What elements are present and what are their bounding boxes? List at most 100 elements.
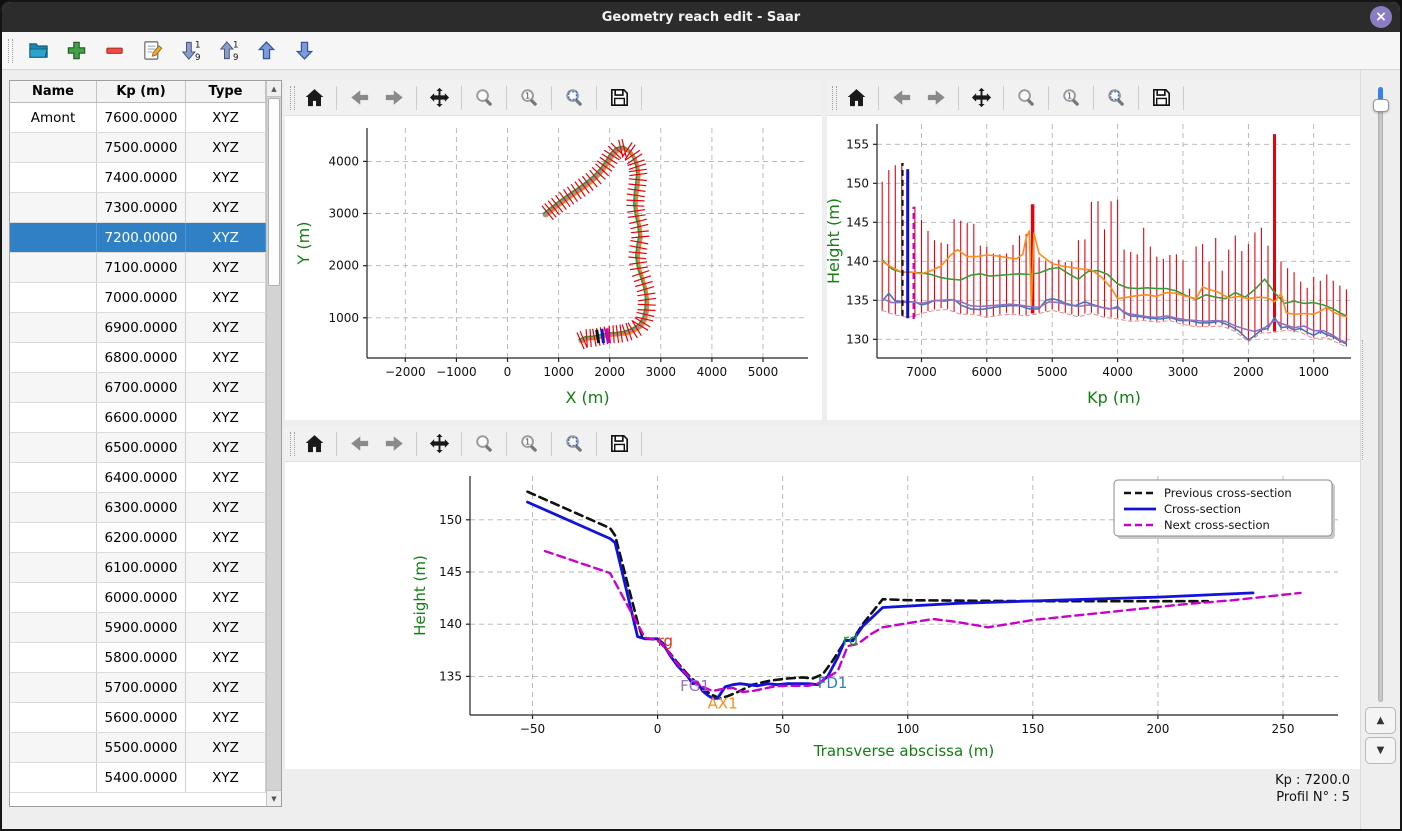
- toolbar-separator: [1183, 86, 1184, 110]
- svg-text:135: 135: [439, 669, 462, 683]
- table-row[interactable]: 7100.0000XYZ: [10, 253, 266, 283]
- open-file-button[interactable]: [25, 38, 51, 64]
- zoom-selection-button[interactable]: [558, 430, 590, 458]
- table-row[interactable]: 5500.0000XYZ: [10, 733, 266, 763]
- zoom-icon: [473, 432, 496, 455]
- pan-button[interactable]: [965, 84, 997, 112]
- toolbar-grip[interactable]: [832, 86, 837, 110]
- table-row[interactable]: 6300.0000XYZ: [10, 493, 266, 523]
- svg-text:X (m): X (m): [565, 388, 609, 407]
- table-row[interactable]: 7300.0000XYZ: [10, 193, 266, 223]
- table-row[interactable]: 5800.0000XYZ: [10, 643, 266, 673]
- table-row[interactable]: 6600.0000XYZ: [10, 403, 266, 433]
- cell-type: XYZ: [186, 493, 266, 522]
- zoom-button[interactable]: [468, 430, 500, 458]
- splitter-grip[interactable]: [1362, 340, 1366, 460]
- svg-text:0: 0: [654, 722, 662, 736]
- pan-button[interactable]: [423, 84, 455, 112]
- toolbar-separator: [336, 432, 337, 456]
- cell-type: XYZ: [186, 733, 266, 762]
- edit-icon: [141, 39, 164, 62]
- table-row[interactable]: 6000.0000XYZ: [10, 583, 266, 613]
- table-row[interactable]: 5700.0000XYZ: [10, 673, 266, 703]
- cell-name: [10, 133, 97, 162]
- svg-text:rd: rd: [843, 631, 858, 649]
- delete-profile-button[interactable]: [101, 38, 127, 64]
- cell-kp: 7100.0000: [97, 253, 186, 282]
- svg-text:50: 50: [775, 722, 790, 736]
- sort-descending-button[interactable]: 19: [177, 38, 203, 64]
- cell-type: XYZ: [186, 553, 266, 582]
- svg-text:5000: 5000: [748, 365, 779, 379]
- zoom-button[interactable]: [1010, 84, 1042, 112]
- move-profile-down-button[interactable]: [291, 38, 317, 64]
- move-profile-up-button[interactable]: [253, 38, 279, 64]
- folder-icon: [27, 39, 50, 62]
- profile-slider-handle[interactable]: [1373, 99, 1389, 112]
- back-button[interactable]: [885, 84, 917, 112]
- back-button[interactable]: [343, 430, 375, 458]
- scroll-up-icon[interactable]: ▲: [267, 81, 281, 97]
- column-header-name[interactable]: Name: [10, 81, 97, 102]
- cell-name: [10, 313, 97, 342]
- zoom-one-to-one-button[interactable]: 1: [1055, 84, 1087, 112]
- column-header-kp[interactable]: Kp (m): [97, 81, 186, 102]
- zoom-button[interactable]: [468, 84, 500, 112]
- home-button[interactable]: [840, 84, 872, 112]
- table-row[interactable]: 6100.0000XYZ: [10, 553, 266, 583]
- save-figure-button[interactable]: [1145, 84, 1177, 112]
- cell-name: [10, 583, 97, 612]
- save-figure-button[interactable]: [603, 430, 635, 458]
- cell-name: [10, 193, 97, 222]
- table-row[interactable]: 6800.0000XYZ: [10, 343, 266, 373]
- table-row[interactable]: 5600.0000XYZ: [10, 703, 266, 733]
- table-row[interactable]: 6400.0000XYZ: [10, 463, 266, 493]
- add-profile-button[interactable]: [63, 38, 89, 64]
- scrollbar-thumb[interactable]: [268, 98, 280, 286]
- table-row[interactable]: 5400.0000XYZ: [10, 763, 266, 793]
- title-bar[interactable]: Geometry reach edit - Saar ×: [2, 2, 1400, 32]
- table-row[interactable]: 7200.0000XYZ: [10, 223, 266, 253]
- profile-up-button[interactable]: ▲: [1365, 707, 1396, 734]
- zoom-one-to-one-button[interactable]: 1: [513, 84, 545, 112]
- sort-ascending-button[interactable]: 19: [215, 38, 241, 64]
- home-button[interactable]: [298, 430, 330, 458]
- edit-profile-button[interactable]: [139, 38, 165, 64]
- table-scrollbar[interactable]: ▲ ▼: [266, 81, 281, 806]
- table-row[interactable]: 6700.0000XYZ: [10, 373, 266, 403]
- save-figure-button[interactable]: [603, 84, 635, 112]
- profile-down-button[interactable]: ▼: [1365, 737, 1396, 764]
- plus-icon: [65, 39, 88, 62]
- forward-button[interactable]: [378, 84, 410, 112]
- column-header-type[interactable]: Type: [186, 81, 266, 102]
- table-row[interactable]: Amont7600.0000XYZ: [10, 103, 266, 133]
- table-row[interactable]: 7500.0000XYZ: [10, 133, 266, 163]
- toolbar-grip[interactable]: [290, 432, 295, 456]
- zoom-one-to-one-button[interactable]: 1: [513, 430, 545, 458]
- svg-text:1: 1: [232, 41, 237, 51]
- toolbar-grip[interactable]: [8, 39, 13, 63]
- zoom-selection-button[interactable]: [1100, 84, 1132, 112]
- planform-plot[interactable]: −2000−1000010002000300040005000100020003…: [285, 116, 822, 412]
- table-row[interactable]: 6500.0000XYZ: [10, 433, 266, 463]
- table-row[interactable]: 6900.0000XYZ: [10, 313, 266, 343]
- svg-text:3000: 3000: [1168, 365, 1199, 379]
- forward-button[interactable]: [920, 84, 952, 112]
- cross-section-plot[interactable]: −50050100150200250135140145150Transverse…: [285, 462, 1358, 765]
- toolbar-grip[interactable]: [290, 86, 295, 110]
- pan-button[interactable]: [423, 430, 455, 458]
- forward-button[interactable]: [378, 430, 410, 458]
- cell-name: [10, 253, 97, 282]
- home-button[interactable]: [298, 84, 330, 112]
- table-row[interactable]: 7400.0000XYZ: [10, 163, 266, 193]
- zoom-selection-button[interactable]: [558, 84, 590, 112]
- longitudinal-plot[interactable]: 7000600050004000300020001000130135140145…: [827, 116, 1361, 412]
- table-row[interactable]: 7000.0000XYZ: [10, 283, 266, 313]
- profile-slider-track[interactable]: [1378, 87, 1383, 702]
- back-button[interactable]: [343, 84, 375, 112]
- close-button[interactable]: ×: [1370, 6, 1392, 28]
- scroll-down-icon[interactable]: ▼: [267, 790, 281, 806]
- cell-name: [10, 223, 97, 252]
- table-row[interactable]: 6200.0000XYZ: [10, 523, 266, 553]
- table-row[interactable]: 5900.0000XYZ: [10, 613, 266, 643]
